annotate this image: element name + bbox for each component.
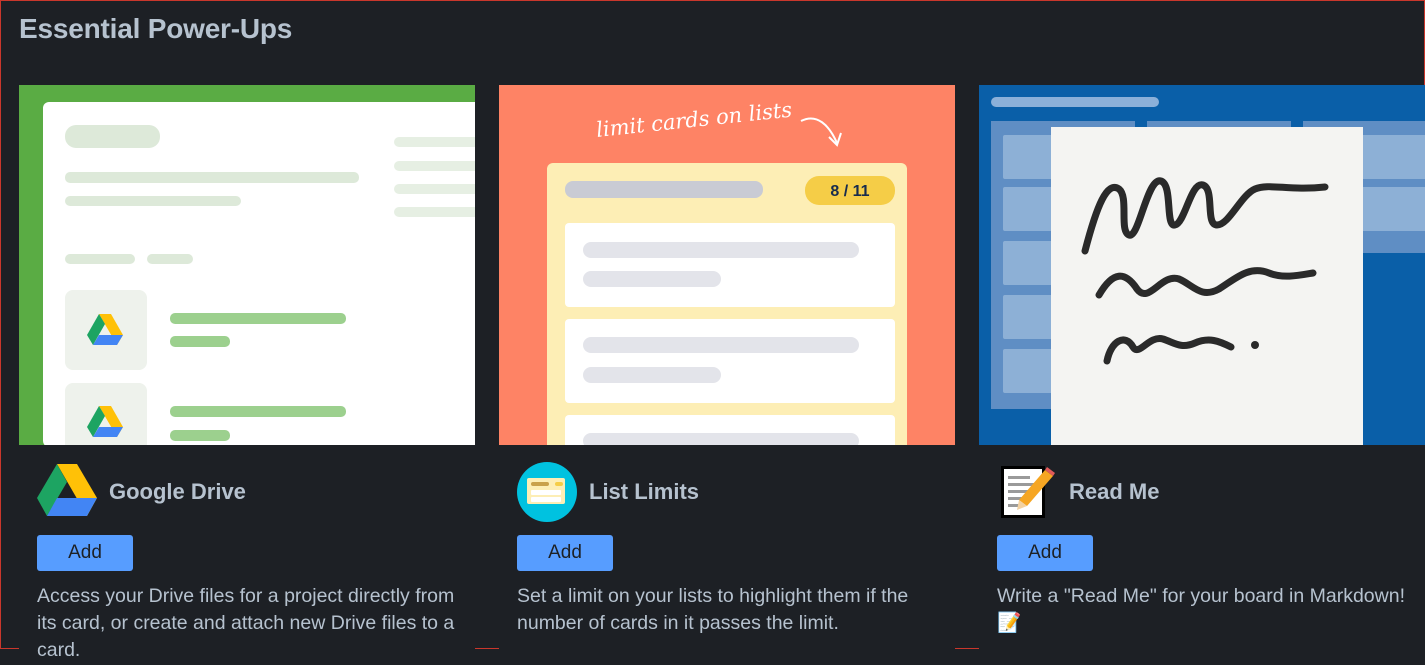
powerup-name: Read Me (1069, 479, 1160, 504)
add-google-drive-button[interactable]: Add (37, 535, 133, 571)
powerup-name: List Limits (589, 479, 700, 504)
hero-badge: 8 / 11 (830, 183, 869, 200)
add-list-limits-button[interactable]: Add (517, 535, 613, 571)
powerup-name: Google Drive (109, 479, 246, 504)
memo-icon (997, 462, 1057, 522)
powerup-description: Set a limit on your lists to highlight t… (517, 585, 909, 634)
google-drive-icon (37, 462, 97, 522)
page-title: Essential Power-Ups (19, 13, 293, 44)
powerup-card-list-limits[interactable]: limit cards on lists 8 / 11 List Limits … (499, 85, 955, 665)
hero-image-read-me (979, 85, 1425, 445)
powerup-description: Access your Drive files for a project di… (37, 585, 455, 661)
hero-image-list-limits: limit cards on lists 8 / 11 (499, 85, 955, 445)
hero-image-google-drive (19, 85, 475, 445)
powerup-description: Write a "Read Me" for your board in Mark… (997, 585, 1405, 634)
list-limits-icon (517, 462, 577, 522)
powerup-card-google-drive[interactable]: Google Drive Add Access your Drive files… (19, 85, 475, 665)
add-read-me-button[interactable]: Add (997, 535, 1093, 571)
powerup-card-read-me[interactable]: Read Me Add Write a "Read Me" for your b… (979, 85, 1425, 665)
